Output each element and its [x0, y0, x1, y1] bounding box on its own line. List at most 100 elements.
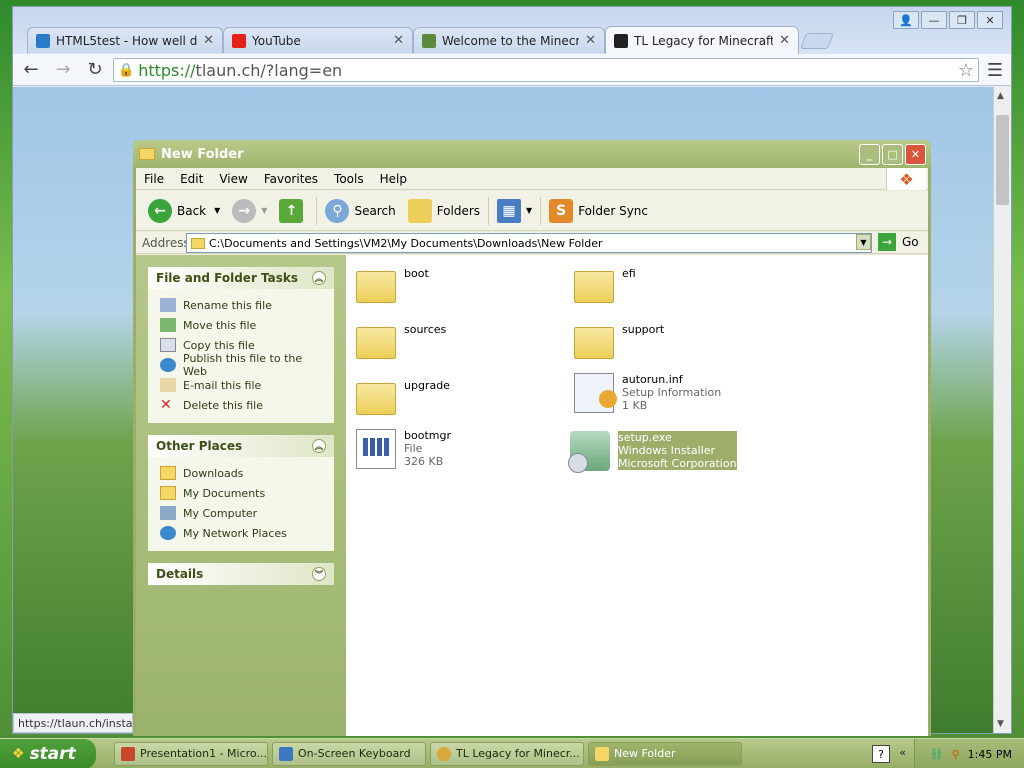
scroll-down-icon[interactable]: ▼ [997, 719, 1004, 729]
place-downloads[interactable]: Downloads [160, 463, 322, 483]
clock[interactable]: 1:45 PM [968, 748, 1012, 761]
task-label: Copy this file [183, 338, 255, 352]
task-label: Publish this file to the Web [183, 352, 303, 378]
network-tray-icon[interactable]: ⛓ [930, 748, 944, 761]
reload-icon[interactable]: ↻ [81, 56, 109, 84]
menu-tools[interactable]: Tools [326, 172, 372, 186]
file-size: 1 KB [622, 399, 648, 412]
file-item-selected[interactable]: setup.exe Windows Installer Microsoft Co… [568, 431, 737, 473]
collapse-icon[interactable]: ︽ [312, 271, 326, 285]
menu-icon[interactable]: ☰ [987, 60, 1003, 81]
place-network[interactable]: My Network Places [160, 523, 322, 543]
details-panel-header[interactable]: Details ︾ [148, 563, 334, 585]
views-button[interactable]: ▦ ▼ [493, 195, 536, 227]
taskbar-button-chrome[interactable]: TL Legacy for Minecr... [430, 741, 584, 766]
close-icon[interactable]: ✕ [585, 33, 596, 48]
file-item[interactable]: upgrade [356, 379, 450, 415]
task-email[interactable]: E-mail this file [160, 375, 322, 395]
file-item[interactable]: efi [574, 267, 636, 303]
go-label: Go [902, 235, 919, 249]
close-icon[interactable]: ✕ [779, 33, 790, 48]
file-item[interactable]: autorun.inf Setup Information 1 KB [574, 373, 721, 413]
menu-help[interactable]: Help [372, 172, 415, 186]
task-move[interactable]: Move this file [160, 315, 322, 335]
maximize-button[interactable]: □ [882, 144, 903, 165]
folder-sync-button[interactable]: S Folder Sync [545, 195, 652, 227]
file-item[interactable]: sources [356, 323, 446, 359]
go-button[interactable]: → Go [878, 233, 919, 251]
places-panel-header[interactable]: Other Places ︽ [148, 435, 334, 457]
address-dropdown-icon[interactable]: ▼ [856, 234, 871, 250]
taskbar-button-presentation[interactable]: Presentation1 - Micro... [114, 741, 268, 766]
chevron-down-icon[interactable]: ▼ [526, 206, 532, 215]
menu-edit[interactable]: Edit [172, 172, 211, 186]
folders-button[interactable]: Folders [404, 195, 484, 227]
tasks-panel-header[interactable]: File and Folder Tasks ︽ [148, 267, 334, 289]
file-size: 326 KB [404, 455, 444, 468]
place-my-computer[interactable]: My Computer [160, 503, 322, 523]
page-scrollbar[interactable]: ▲ ▼ [993, 87, 1011, 733]
system-tray: ⛓ ⚲ 1:45 PM [914, 739, 1024, 768]
taskbar: ❖ start Presentation1 - Micro... On-Scre… [0, 738, 1024, 768]
folder-icon [356, 327, 396, 359]
move-icon [160, 318, 176, 332]
scroll-thumb[interactable] [996, 115, 1009, 205]
scroll-up-icon[interactable]: ▲ [997, 91, 1004, 101]
menu-view[interactable]: View [211, 172, 255, 186]
up-folder-button[interactable]: ↑ [275, 195, 312, 227]
tab-tl-legacy[interactable]: TL Legacy for Minecraft ✕ [605, 26, 799, 54]
file-item[interactable]: bootmgr File 326 KB [356, 429, 451, 469]
place-label: Downloads [183, 466, 244, 480]
place-my-documents[interactable]: My Documents [160, 483, 322, 503]
task-publish[interactable]: Publish this file to the Web [160, 352, 322, 378]
close-window-button[interactable]: ✕ [977, 11, 1003, 29]
application-icon [356, 429, 396, 469]
minimize-button[interactable]: _ [859, 144, 880, 165]
expand-icon[interactable]: ︾ [312, 567, 326, 581]
forward-arrow-icon[interactable]: → [49, 56, 77, 84]
chevron-down-icon[interactable]: ▼ [214, 206, 220, 215]
folder-icon [160, 466, 176, 480]
minimize-button[interactable]: — [921, 11, 947, 29]
back-button[interactable]: ← Back ▼ [144, 195, 224, 227]
tab-minecraft[interactable]: Welcome to the Minecraft Of ✕ [413, 27, 605, 53]
back-arrow-icon[interactable]: ← [17, 56, 45, 84]
explorer-titlebar[interactable]: New Folder _ □ ✕ [133, 140, 931, 168]
tab-html5test[interactable]: HTML5test - How well does y ✕ [27, 27, 223, 53]
search-button[interactable]: ⚲ Search [321, 195, 399, 227]
address-field[interactable]: C:\Documents and Settings\VM2\My Documen… [186, 233, 872, 253]
user-icon[interactable]: 👤 [893, 11, 919, 29]
tab-youtube[interactable]: YouTube ✕ [223, 27, 413, 53]
chevron-down-icon[interactable]: ▼ [261, 206, 267, 215]
bookmark-star-icon[interactable]: ☆ [958, 60, 974, 81]
file-view: boot efi sources support upgrade autorun… [346, 255, 928, 736]
chevron-left-icon[interactable]: « [899, 746, 906, 759]
collapse-icon[interactable]: ︽ [312, 439, 326, 453]
file-item[interactable]: support [574, 323, 664, 359]
address-bar[interactable]: 🔒 https:// tlaun.ch/?lang=en ☆ [113, 58, 979, 82]
taskbar-button-new-folder[interactable]: New Folder [588, 741, 742, 766]
views-icon: ▦ [497, 198, 522, 223]
maximize-button[interactable]: ❐ [949, 11, 975, 29]
windows-logo-icon: ❖ [12, 745, 25, 762]
task-rename[interactable]: Rename this file [160, 295, 322, 315]
start-button[interactable]: ❖ start [0, 738, 96, 768]
folder-sync-label: Folder Sync [578, 203, 649, 218]
close-icon[interactable]: ✕ [393, 33, 404, 48]
help-icon[interactable]: ? [872, 745, 890, 763]
search-tray-icon[interactable]: ⚲ [952, 748, 960, 761]
forward-button[interactable]: → ▼ [228, 195, 271, 227]
new-tab-button[interactable] [800, 33, 834, 49]
window-controls: 👤 — ❐ ✕ [893, 11, 1003, 29]
search-icon: ⚲ [325, 198, 350, 223]
taskbar-button-keyboard[interactable]: On-Screen Keyboard [272, 741, 426, 766]
menu-favorites[interactable]: Favorites [256, 172, 326, 186]
file-item[interactable]: boot [356, 267, 429, 303]
menu-file[interactable]: File [136, 172, 172, 186]
close-icon[interactable]: ✕ [203, 33, 214, 48]
task-delete[interactable]: ✕ Delete this file [160, 395, 322, 415]
close-button[interactable]: ✕ [905, 144, 926, 165]
tasks-panel: File and Folder Tasks ︽ Rename this file… [148, 267, 334, 423]
file-type: Windows Installer [618, 444, 716, 457]
installer-icon [568, 431, 610, 473]
